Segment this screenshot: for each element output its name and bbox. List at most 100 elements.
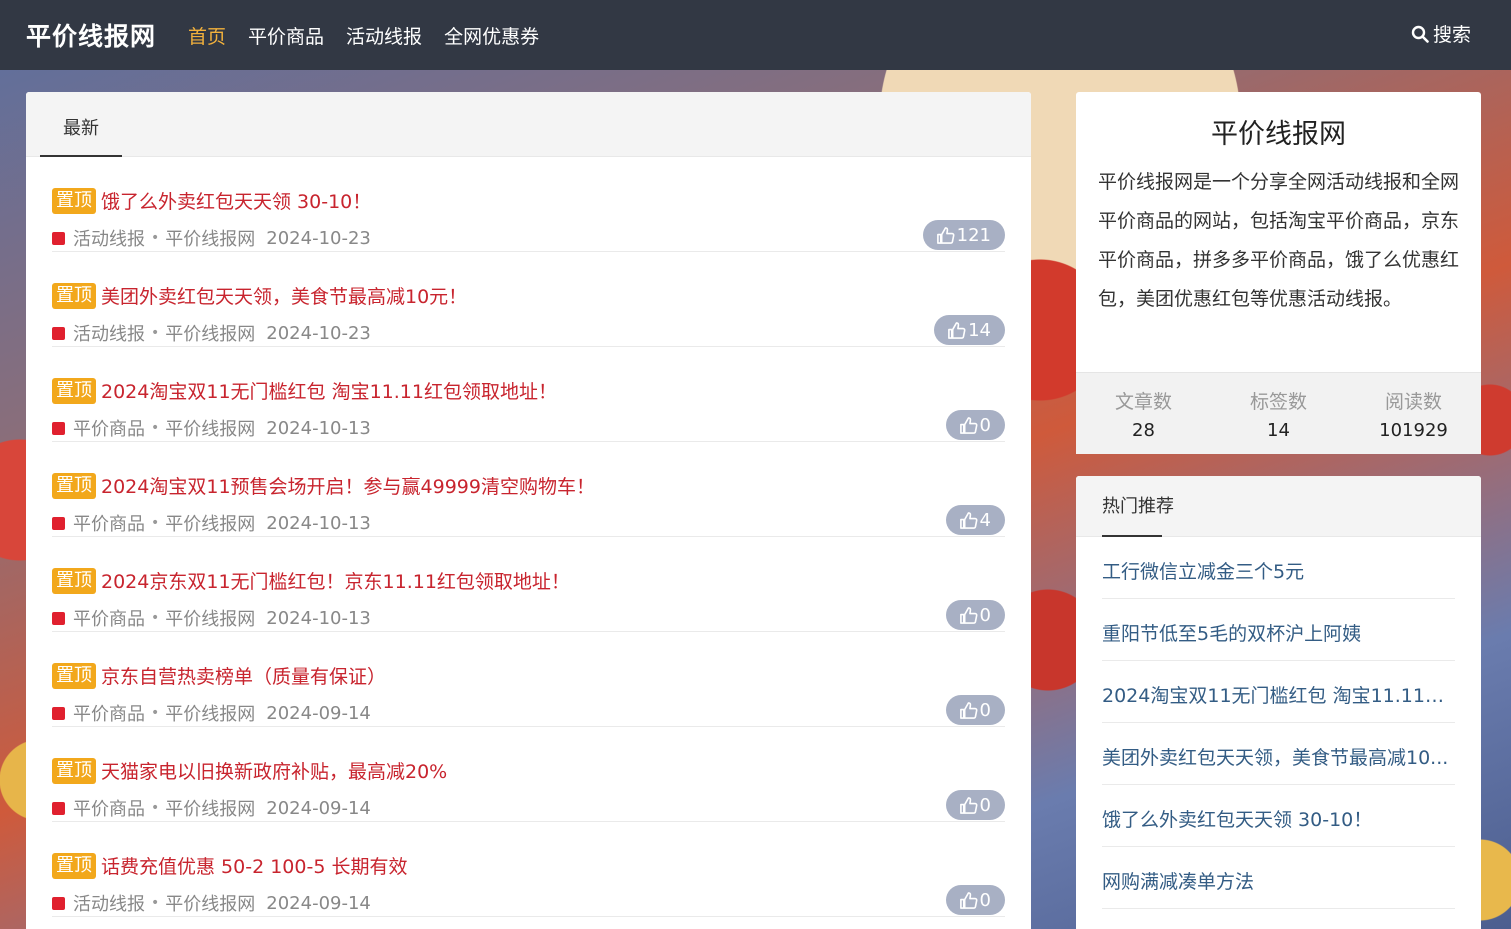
thumbs-up-icon (959, 416, 978, 434)
pinned-badge: 置顶 (52, 472, 96, 499)
stat-articles: 文章数 28 (1076, 373, 1211, 454)
post-title-link[interactable]: 2024京东双11无门槛红包！京东11.11红包领取地址！ (101, 567, 570, 594)
hot-recommend-link[interactable]: 2024淘宝双11无门槛红包 淘宝11.11红... (1102, 661, 1455, 723)
like-button[interactable]: 0 (945, 695, 1005, 725)
pinned-badge: 置顶 (52, 187, 96, 214)
pinned-badge: 置顶 (52, 377, 96, 404)
meta-separator: • (151, 800, 160, 816)
post-date: 2024-10-23 (266, 227, 371, 249)
like-count: 14 (968, 319, 991, 341)
thumbs-up-icon (959, 701, 978, 719)
hot-recommend-link[interactable]: 工行微信立减金三个5元 (1102, 537, 1455, 599)
post-meta: 平价商品 • 平价线报网 2024-10-13 (52, 605, 371, 631)
pinned-badge: 置顶 (52, 852, 96, 879)
post-title-row: 置顶 2024京东双11无门槛红包！京东11.11红包领取地址！ (52, 567, 570, 594)
post-date: 2024-09-14 (266, 797, 371, 819)
post-item: 置顶 2024淘宝双11无门槛红包 淘宝11.11红包领取地址！ 平价商品 • 平价线报… (52, 347, 1005, 442)
post-item: 置顶 天猫家电以旧换新政府补贴，最高减20% 平价商品 • 平价线报网 2024-09-1… (52, 727, 1005, 822)
post-author: 平价线报网 (165, 894, 256, 915)
post-category-link[interactable]: 平价商品 (73, 510, 145, 536)
category-dot-icon (52, 516, 65, 530)
post-category-link[interactable]: 平价商品 (73, 700, 145, 726)
site-info-card: 平价线报网 平价线报网是一个分享全网活动线报和全网平价商品的网站，包括淘宝平价商… (1076, 92, 1481, 454)
post-title-row: 置顶 饿了么外卖红包天天领 30-10！ (52, 187, 371, 214)
like-button[interactable]: 0 (945, 885, 1005, 915)
nav-home[interactable]: 首页 (188, 22, 226, 49)
like-button[interactable]: 121 (922, 220, 1005, 250)
post-author: 平价线报网 (165, 324, 256, 345)
post-date: 2024-09-14 (266, 892, 371, 914)
meta-separator: • (151, 515, 160, 531)
like-count: 121 (956, 224, 991, 246)
like-button[interactable]: 0 (945, 410, 1005, 440)
site-description: 平价线报网是一个分享全网活动线报和全网平价商品的网站，包括淘宝平价商品，京东平价… (1098, 171, 1460, 310)
stat-label: 阅读数 (1384, 391, 1442, 413)
hot-recommend-link[interactable]: 重阳节低至5毛的双杯沪上阿姨 (1102, 599, 1455, 661)
post-title-link[interactable]: 京东自营热卖榜单（质量有保证） (101, 662, 386, 689)
meta-separator: • (151, 325, 160, 341)
post-title-row: 置顶 天猫家电以旧换新政府补贴，最高减20% (52, 757, 447, 784)
post-meta: 平价商品 • 平价线报网 2024-09-14 (52, 795, 371, 821)
pinned-badge: 置顶 (52, 757, 96, 784)
search-button[interactable]: 搜索 (1411, 20, 1471, 47)
post-date: 2024-09-14 (266, 702, 371, 724)
category-dot-icon (52, 231, 65, 245)
like-button[interactable]: 14 (934, 315, 1005, 345)
meta-separator: • (151, 610, 160, 626)
thumbs-up-icon (959, 511, 978, 529)
pinned-badge: 置顶 (52, 662, 96, 689)
post-category-link[interactable]: 平价商品 (73, 605, 145, 631)
post-author: 平价线报网 (165, 799, 256, 820)
like-button[interactable]: 0 (945, 790, 1005, 820)
post-date: 2024-10-23 (266, 322, 371, 344)
main-nav: 首页 平价商品 活动线报 全网优惠券 (188, 22, 561, 49)
post-item: 置顶 2024京东双11无门槛红包！京东11.11红包领取地址！ 平价商品 • 平价线报… (52, 537, 1005, 632)
tab-latest[interactable]: 最新 (40, 92, 122, 157)
post-item: 置顶 美团外卖红包天天领，美食节最高减10元！ 活动线报 • 平价线报网 2024-10-… (52, 252, 1005, 347)
top-navbar: 平价线报网 首页 平价商品 活动线报 全网优惠券 搜索 (0, 0, 1511, 70)
like-count: 0 (979, 699, 991, 721)
like-count: 4 (979, 509, 991, 531)
post-category-link[interactable]: 活动线报 (73, 320, 145, 346)
post-author: 平价线报网 (165, 514, 256, 535)
stat-label: 文章数 (1114, 391, 1172, 413)
nav-activities[interactable]: 活动线报 (346, 22, 422, 49)
hot-recommend-link[interactable]: 美团外卖红包天天领，美食节最高减10... (1102, 723, 1455, 785)
post-category-link[interactable]: 活动线报 (73, 890, 145, 916)
post-meta: 平价商品 • 平价线报网 2024-09-14 (52, 700, 371, 726)
like-count: 0 (979, 414, 991, 436)
hot-recommend-link[interactable]: 饿了么外卖红包天天领 30-10！ (1102, 785, 1455, 847)
like-button[interactable]: 0 (945, 600, 1005, 630)
post-category-link[interactable]: 平价商品 (73, 795, 145, 821)
post-category-link[interactable]: 平价商品 (73, 415, 145, 441)
thumbs-up-icon (948, 321, 966, 339)
hot-recommend-title[interactable]: 热门推荐 (1102, 476, 1174, 537)
thumbs-up-icon (936, 226, 955, 244)
site-stats: 文章数 28 标签数 14 阅读数 101929 (1076, 372, 1481, 454)
post-item: 置顶 2024淘宝双11预售会场开启！参与赢49999清空购物车！ 平价商品 • 平价线… (52, 442, 1005, 537)
post-title-link[interactable]: 2024淘宝双11无门槛红包 淘宝11.11红包领取地址！ (101, 377, 557, 404)
post-title-link[interactable]: 饿了么外卖红包天天领 30-10！ (101, 187, 371, 214)
post-title-row: 置顶 话费充值优惠 50-2 100-5 长期有效 (52, 852, 407, 879)
nav-coupons[interactable]: 全网优惠券 (444, 22, 539, 49)
post-date: 2024-10-13 (266, 417, 371, 439)
hot-recommend-header: 热门推荐 (1076, 476, 1481, 537)
site-logo[interactable]: 平价线报网 (26, 17, 156, 53)
post-title-link[interactable]: 天猫家电以旧换新政府补贴，最高减20% (101, 757, 447, 784)
category-dot-icon (52, 801, 65, 815)
like-button[interactable]: 4 (945, 505, 1005, 535)
meta-separator: • (151, 895, 160, 911)
post-title-link[interactable]: 2024淘宝双11预售会场开启！参与赢49999清空购物车！ (101, 472, 595, 499)
post-category-link[interactable]: 活动线报 (73, 225, 145, 251)
nav-products[interactable]: 平价商品 (248, 22, 324, 49)
stat-value: 28 (1132, 420, 1155, 441)
stat-value: 14 (1267, 420, 1290, 441)
stat-reads: 阅读数 101929 (1346, 373, 1481, 454)
meta-separator: • (151, 230, 160, 246)
hot-recommend-list: 工行微信立减金三个5元 重阳节低至5毛的双杯沪上阿姨 2024淘宝双11无门槛红包 … (1076, 537, 1481, 909)
post-title-link[interactable]: 美团外卖红包天天领，美食节最高减10元！ (101, 282, 467, 309)
pinned-badge: 置顶 (52, 282, 96, 309)
category-dot-icon (52, 421, 65, 435)
post-title-link[interactable]: 话费充值优惠 50-2 100-5 长期有效 (101, 852, 407, 879)
hot-recommend-link[interactable]: 网购满减凑单方法 (1102, 847, 1455, 909)
